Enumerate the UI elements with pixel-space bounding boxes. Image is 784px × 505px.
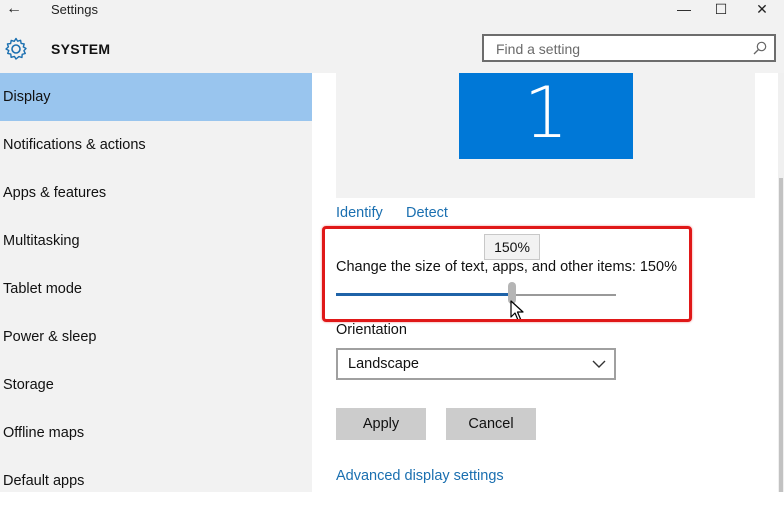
detect-link[interactable]: Detect xyxy=(406,205,448,221)
sidebar-item-default-apps[interactable]: Default apps xyxy=(0,457,312,505)
sidebar-item-notifications[interactable]: Notifications & actions xyxy=(0,121,312,169)
sidebar-item-label: Offline maps xyxy=(3,425,85,441)
sidebar-item-label: Power & sleep xyxy=(3,329,97,345)
apply-button[interactable]: Apply xyxy=(336,408,426,440)
maximize-button[interactable]: ☐ xyxy=(701,0,741,20)
sidebar-item-label: Storage xyxy=(3,377,54,393)
sidebar-item-storage[interactable]: Storage xyxy=(0,361,312,409)
cancel-button[interactable]: Cancel xyxy=(446,408,536,440)
sidebar-item-label: Default apps xyxy=(3,473,85,489)
sidebar: Display Notifications & actions Apps & f… xyxy=(0,73,312,492)
chevron-down-icon xyxy=(592,360,606,368)
settings-header: SYSTEM xyxy=(0,20,784,73)
sidebar-item-offline-maps[interactable]: Offline maps xyxy=(0,409,312,457)
sidebar-item-power-sleep[interactable]: Power & sleep xyxy=(0,313,312,361)
section-title: SYSTEM xyxy=(51,41,111,57)
search-box[interactable] xyxy=(482,34,776,62)
advanced-display-settings-link[interactable]: Advanced display settings xyxy=(336,468,504,484)
sidebar-item-label: Apps & features xyxy=(3,185,107,201)
minimize-button[interactable]: — xyxy=(664,0,704,20)
orientation-label: Orientation xyxy=(336,322,407,338)
sidebar-item-display[interactable]: Display xyxy=(0,73,312,121)
sidebar-item-label: Notifications & actions xyxy=(3,137,146,153)
sidebar-item-label: Multitasking xyxy=(3,233,80,249)
sidebar-item-tablet-mode[interactable]: Tablet mode xyxy=(0,265,312,313)
monitor-tile[interactable]: 1 xyxy=(459,73,633,159)
scrollbar-thumb[interactable] xyxy=(779,178,783,492)
close-button[interactable]: ✕ xyxy=(742,0,782,20)
sidebar-item-label: Display xyxy=(3,89,51,105)
highlight-annotation xyxy=(322,226,692,322)
orientation-value: Landscape xyxy=(348,356,419,372)
gear-icon xyxy=(5,37,27,60)
window-title: Settings xyxy=(51,2,98,17)
search-input[interactable] xyxy=(494,40,748,58)
title-bar: ← Settings — ☐ ✕ xyxy=(0,0,784,20)
identify-link[interactable]: Identify xyxy=(336,205,383,221)
monitor-number: 1 xyxy=(523,72,569,154)
search-icon[interactable] xyxy=(752,40,768,56)
sidebar-item-apps[interactable]: Apps & features xyxy=(0,169,312,217)
orientation-dropdown[interactable]: Landscape xyxy=(336,348,616,380)
sidebar-item-multitasking[interactable]: Multitasking xyxy=(0,217,312,265)
sidebar-item-label: Tablet mode xyxy=(3,281,82,297)
back-arrow-icon[interactable]: ← xyxy=(6,0,26,20)
